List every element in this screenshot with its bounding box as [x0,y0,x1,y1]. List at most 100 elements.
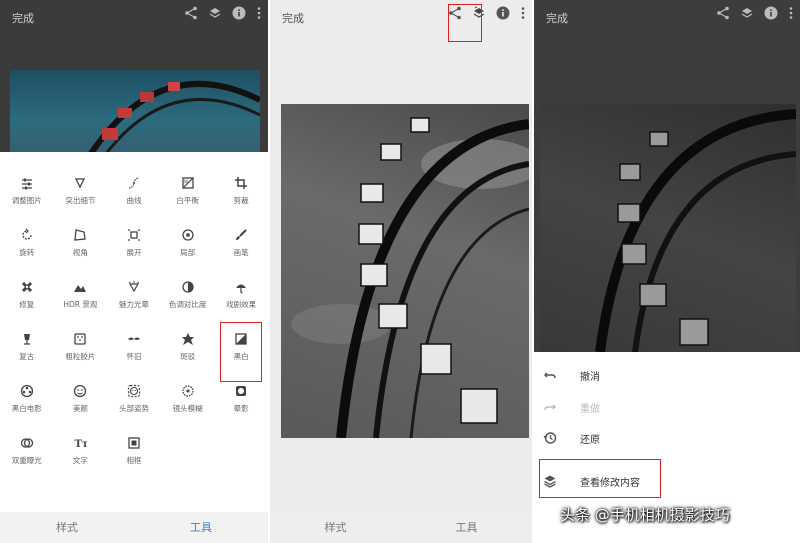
tool-label: 戏剧效果 [226,300,257,309]
tool-perspective[interactable]: 视角 [54,220,108,272]
tool-vignette[interactable]: 晕影 [214,376,268,428]
tool-rotate[interactable]: 旋转 [0,220,54,272]
layers-edit-stack-icon[interactable] [740,6,754,20]
tool-grainy-film[interactable]: 粗粒胶片 [54,324,108,376]
tool-portrait[interactable]: 美颜 [54,376,108,428]
expand-icon [107,228,161,242]
info-icon[interactable] [764,6,778,20]
tool-white-balance[interactable]: W 白平衡 [161,168,215,220]
layers-edit-stack-icon[interactable] [208,6,222,20]
highlight-box-black-white [220,322,262,382]
tool-drama[interactable]: 戏剧效果 [214,272,268,324]
tool-head-pose[interactable]: 头部姿势 [107,376,161,428]
tool-label: 曲线 [126,196,142,205]
redo-icon [544,404,556,411]
white-balance-icon: W [161,176,215,190]
tool-tune[interactable]: 调整图片 [0,168,54,220]
tool-label: 粗粒胶片 [65,352,96,361]
menu-item-redo[interactable]: 重做 [534,392,800,422]
menu-label-undo: 撤消 [580,372,600,383]
selective-icon [161,228,215,242]
tool-label: 镜头模糊 [172,404,203,413]
tool-tonal-contrast[interactable]: 色调对比度 [161,272,215,324]
bottom-tabs: 样式 工具 [270,512,532,543]
menu-item-revert[interactable]: 还原 [534,423,800,453]
tab-styles[interactable]: 样式 [0,512,134,543]
grainy-film-icon [54,332,108,346]
tool-label: 斑驳 [180,352,196,361]
tool-label: 画笔 [233,248,249,257]
done-button[interactable]: 完成 [546,10,568,26]
tool-selective[interactable]: 局部 [161,220,215,272]
info-icon[interactable] [496,6,510,20]
lens-blur-icon [161,384,215,398]
details-icon [54,176,108,190]
vignette-icon [214,384,268,398]
drama-icon [214,280,268,294]
tool-text[interactable]: Tт 文字 [54,428,108,480]
bottom-tabs: 样式 工具 [0,512,268,543]
rotate-icon [0,228,54,242]
tool-vintage[interactable]: 复古 [0,324,54,376]
tool-hdr[interactable]: HDR 景观 [54,272,108,324]
noir-icon [0,384,54,398]
done-button[interactable]: 完成 [282,10,304,26]
tool-lens-blur[interactable]: 镜头模糊 [161,376,215,428]
more-icon[interactable] [256,6,262,20]
tool-label: 文字 [72,456,88,465]
panel-tools-menu: 完成 调整图片 突出细节 曲线 W 白平衡 剪裁旋转 视角 展开 局部 画笔修复 HDR 景观 魅力光… [0,0,268,543]
tool-brush[interactable]: 画笔 [214,220,268,272]
tune-icon [0,176,54,190]
watermark: 头条 @手机相机摄影技巧 [560,506,730,524]
tool-crop[interactable]: 剪裁 [214,168,268,220]
text-icon: Tт [54,436,108,450]
tool-retrolux[interactable]: 怀旧 [107,324,161,376]
tool-label: 美颜 [72,404,88,413]
tool-label: 色调对比度 [168,300,207,309]
curves-icon [107,176,161,190]
tool-double-exposure[interactable]: 双重曝光 [0,428,54,480]
menu-item-undo[interactable]: 撤消 [534,360,800,390]
tool-curves[interactable]: 曲线 [107,168,161,220]
tool-details[interactable]: 突出细节 [54,168,108,220]
tool-label: 展开 [126,248,142,257]
share-icon[interactable] [716,6,730,20]
top-bar: 完成 [270,0,532,42]
done-button[interactable]: 完成 [12,10,34,26]
tool-label: 局部 [180,248,196,257]
more-icon[interactable] [520,6,526,20]
share-icon[interactable] [184,6,198,20]
menu-label-redo: 重做 [580,404,600,415]
top-bar: 完成 [534,0,800,36]
svg-text:Tт: Tт [75,439,88,450]
tool-label: 复古 [19,352,35,361]
brush-icon [214,228,268,242]
more-icon[interactable] [788,6,794,20]
glamour-glow-icon [107,280,161,294]
tool-label: 黑白电影 [11,404,42,413]
history-icon [543,432,557,444]
photo-dimmed [540,104,796,352]
photo-black-white [281,104,529,438]
tool-frames[interactable]: 相框 [107,428,161,480]
menu-label-revert: 还原 [580,435,600,446]
tool-noir[interactable]: 黑白电影 [0,376,54,428]
tool-label: 剪裁 [233,196,249,205]
perspective-icon [54,228,108,242]
hdr-icon [54,280,108,294]
tonal-contrast-icon [161,280,215,294]
tool-expand[interactable]: 展开 [107,220,161,272]
tool-grunge[interactable]: 斑驳 [161,324,215,376]
tool-label: 魅力光晕 [118,300,149,309]
tab-tools[interactable]: 工具 [401,512,532,543]
tool-healing[interactable]: 修复 [0,272,54,324]
tool-glamour-glow[interactable]: 魅力光晕 [107,272,161,324]
tools-sheet: 调整图片 突出细节 曲线 W 白平衡 剪裁旋转 视角 展开 局部 画笔修复 HDR 景观 魅力光晕 色调… [0,152,268,512]
info-icon[interactable] [232,6,246,20]
panel-edit-stack-menu: 完成 撤消 重做 还原 查看修改内容 [534,0,800,543]
tool-label: 旋转 [19,248,35,257]
undo-icon [544,372,556,379]
tool-label: 头部姿势 [118,404,149,413]
tab-styles[interactable]: 样式 [270,512,401,543]
tab-tools[interactable]: 工具 [134,512,268,543]
